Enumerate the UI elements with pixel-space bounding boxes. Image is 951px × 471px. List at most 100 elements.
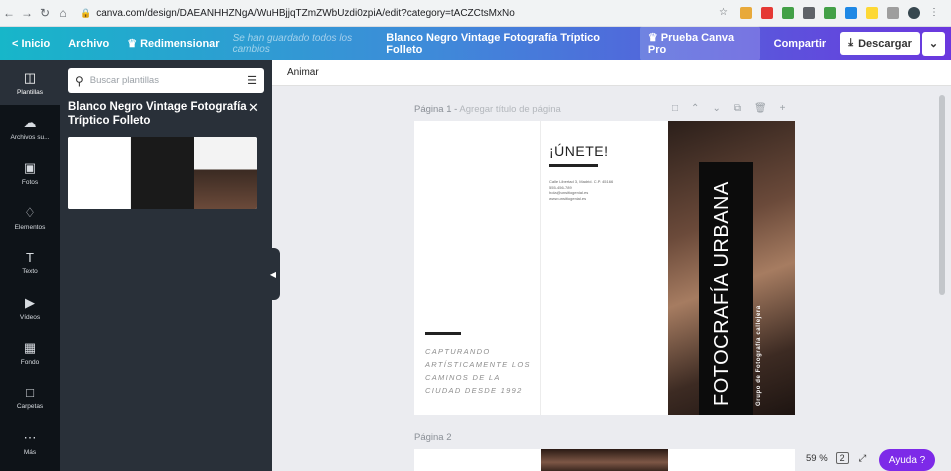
video-icon: ▶ [25, 294, 35, 310]
template-title: Blanco Negro Vintage Fotografía Tríptico… [68, 101, 247, 127]
chevron-down-icon[interactable]: ⌄ [712, 103, 720, 114]
rail-item-label: Fondo [20, 358, 40, 366]
rail-item-text[interactable]: T Texto [0, 240, 60, 285]
forward-icon[interactable]: → [18, 6, 36, 20]
extension-icon[interactable] [887, 7, 899, 19]
rail-item-videos[interactable]: ▶ Vídeos [0, 285, 60, 330]
note-icon[interactable]: □ [672, 103, 678, 114]
divider-bar [549, 164, 598, 167]
left-rail: ◫ Plantillas ☁ Archivos su... ▣ Fotos ♢ … [0, 60, 60, 471]
photos-icon: ▣ [23, 159, 37, 175]
animate-button[interactable]: Animar [287, 67, 319, 78]
join-heading[interactable]: ¡ÚNETE! [549, 143, 609, 159]
collapse-panel-handle[interactable]: ◀ [266, 248, 280, 300]
extensions-area: ☆ ⋮ [719, 7, 951, 19]
template-thumbnail[interactable] [68, 137, 257, 209]
profile-avatar[interactable] [908, 7, 920, 19]
star-icon[interactable]: ☆ [719, 7, 731, 19]
tri-panel-left: CAPTURANDO ARTÍSTICAMENTE LOS CAMINOS DE… [414, 121, 541, 415]
rail-item-background[interactable]: ▦ Fondo [0, 330, 60, 375]
chevron-down-icon[interactable]: ⌄ [921, 31, 946, 56]
address-bar[interactable]: 🔒 canva.com/design/DAEANHHZNgA/WuHBjjqTZ… [80, 3, 515, 23]
design-page-1[interactable]: CAPTURANDO ARTÍSTICAMENTE LOS CAMINOS DE… [414, 121, 795, 415]
canva-topbar: < Inicio Archivo ♛ Redimensionar Se han … [0, 26, 951, 61]
rail-item-label: Vídeos [19, 313, 41, 321]
back-icon[interactable]: ← [0, 6, 18, 20]
elements-icon: ♢ [24, 204, 36, 220]
duplicate-icon[interactable]: ⧉ [734, 103, 741, 114]
templates-panel: ⚲ Buscar plantillas ☰ Blanco Negro Vinta… [60, 60, 272, 471]
try-pro-button[interactable]: ♛ Prueba Canva Pro [639, 26, 760, 61]
extension-icon[interactable] [782, 7, 794, 19]
fullscreen-icon[interactable]: ⤢ [859, 453, 867, 464]
tri-panel-right: FOTOCRAFÍA URBANA Grupo de Fotografía ca… [668, 121, 795, 415]
text-icon: T [26, 250, 34, 265]
folder-icon: □ [26, 385, 34, 400]
rail-item-more[interactable]: ⋯ Más [0, 420, 60, 465]
rail-item-folders[interactable]: □ Carpetas [0, 375, 60, 420]
animate-toolbar: Animar [272, 60, 951, 86]
download-icon: ⤓ [848, 37, 854, 49]
file-menu[interactable]: Archivo [59, 38, 118, 50]
help-button[interactable]: Ayuda ? [879, 449, 935, 471]
rail-item-photos[interactable]: ▣ Fotos [0, 150, 60, 195]
vertical-scrollbar[interactable] [939, 95, 945, 295]
download-label: Descargar [858, 37, 912, 50]
page-title-hint[interactable]: Agregar título de página [459, 104, 560, 115]
search-icon: ⚲ [75, 73, 84, 88]
thumbnail-panel [131, 137, 194, 209]
upload-icon: ☁ [23, 114, 37, 130]
rail-item-label: Plantillas [16, 88, 43, 96]
tagline-text[interactable]: CAPTURANDO ARTÍSTICAMENTE LOS CAMINOS DE… [425, 345, 535, 397]
trash-icon[interactable]: 🗑 [754, 103, 767, 114]
extension-icon[interactable] [740, 7, 752, 19]
extension-icon[interactable] [866, 7, 878, 19]
filter-icon[interactable]: ☰ [247, 74, 257, 87]
rail-item-templates[interactable]: ◫ Plantillas [0, 60, 60, 105]
extension-icon[interactable] [761, 7, 773, 19]
page-2-label[interactable]: Página 2 [414, 432, 452, 443]
design-page-2[interactable] [414, 449, 795, 471]
close-icon[interactable]: ✕ [248, 100, 259, 116]
download-button[interactable]: ⤓ Descargar [840, 32, 920, 55]
save-status: Se han guardado todos los cambios [232, 32, 353, 55]
rail-item-label: Elementos [14, 223, 46, 231]
zoom-controls: 59 % 2 ⤢ [806, 452, 866, 464]
chevron-up-icon[interactable]: ⌃ [691, 103, 699, 114]
browser-menu-icon[interactable]: ⋮ [929, 7, 941, 19]
contact-text[interactable]: Calle Libertad 3, Madrid. C.P. 45166 555… [549, 179, 659, 201]
page-1-number: Página 1 - [414, 104, 460, 115]
document-title[interactable]: Blanco Negro Vintage Fotografía Tríptico… [386, 32, 630, 56]
thumbnail-panel [68, 137, 131, 209]
rail-item-label: Fotos [21, 178, 39, 186]
rail-item-label: Carpetas [16, 403, 44, 410]
lock-icon: 🔒 [80, 7, 92, 18]
add-page-icon[interactable]: + [780, 103, 786, 114]
cover-title[interactable]: FOTOCRAFÍA URBANA [711, 166, 733, 406]
extension-icon[interactable] [803, 7, 815, 19]
thumbnail-panel [194, 137, 257, 209]
template-icon: ◫ [23, 69, 37, 85]
resize-button[interactable]: ♛ Redimensionar [118, 37, 228, 50]
background-icon: ▦ [23, 339, 37, 355]
page-1-label[interactable]: Página 1 - Agregar título de página [414, 104, 561, 115]
rail-item-label: Texto [22, 268, 38, 275]
browser-toolbar: ← → ↻ ⌂ 🔒 canva.com/design/DAEANHHZNgA/W… [0, 0, 951, 27]
rail-item-elements[interactable]: ♢ Elementos [0, 195, 60, 240]
rail-item-uploads[interactable]: ☁ Archivos su... [0, 105, 60, 150]
cover-subtitle[interactable]: Grupo de Fotografía callejera [756, 305, 762, 406]
page-2-photo [541, 449, 668, 471]
zoom-level[interactable]: 59 % [806, 453, 828, 464]
home-button[interactable]: < Inicio [0, 38, 59, 50]
more-icon: ⋯ [23, 429, 37, 445]
url-text: canva.com/design/DAEANHHZNgA/WuHBjjqTZmZ… [96, 7, 515, 19]
extension-icon[interactable] [845, 7, 857, 19]
template-search[interactable]: ⚲ Buscar plantillas ☰ [68, 68, 264, 93]
share-button[interactable]: Compartir [766, 33, 835, 55]
extension-icon[interactable] [824, 7, 836, 19]
reload-icon[interactable]: ↻ [36, 6, 54, 20]
page-count-box[interactable]: 2 [835, 452, 849, 464]
divider-bar [425, 332, 461, 335]
page-tools: □ ⌃ ⌄ ⧉ 🗑 + [672, 103, 786, 114]
home-icon[interactable]: ⌂ [54, 6, 72, 20]
